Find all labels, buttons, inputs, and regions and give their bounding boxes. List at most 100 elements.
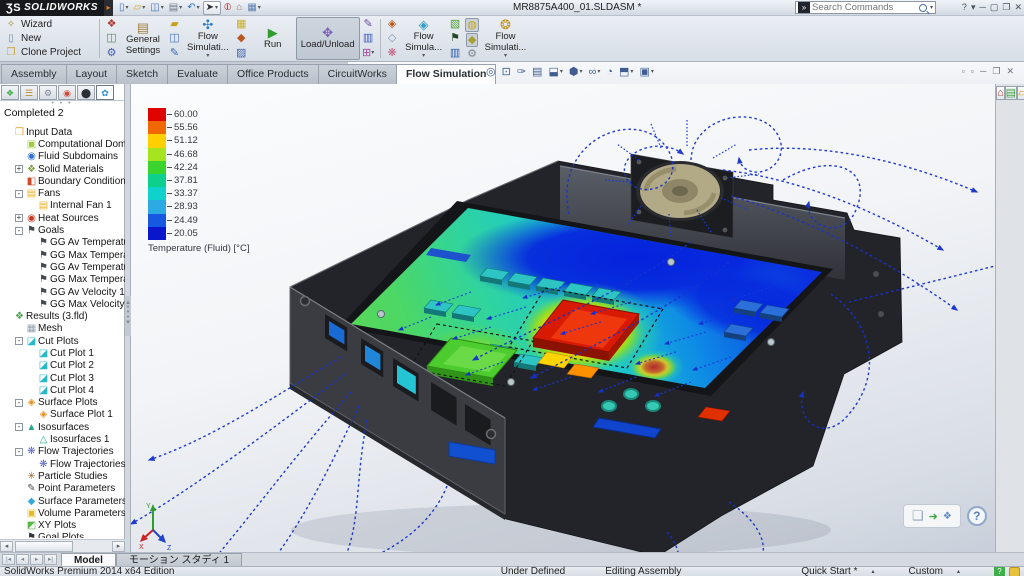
gravity-icon[interactable]: ◫ <box>169 32 179 44</box>
scrollbar-thumb[interactable] <box>15 541 73 552</box>
tab-model[interactable]: Model <box>61 553 116 566</box>
next-sheet-icon[interactable]: ▸ <box>30 554 43 565</box>
tree-item[interactable]: -◈Surface Plots <box>0 397 125 409</box>
undo-button[interactable]: ↶▾ <box>185 1 201 15</box>
load-unload-results-button[interactable]: ✥Load/Unload <box>296 17 360 60</box>
tree-item[interactable]: ✳Particle Studies <box>0 470 125 482</box>
close-button[interactable]: ✕ <box>1014 1 1022 14</box>
tree-item[interactable]: ◉Fluid Subdomains <box>0 151 125 163</box>
tree-item[interactable]: -◪Cut Plots <box>0 335 125 347</box>
open-button[interactable]: ▱▾ <box>132 1 148 15</box>
collapse-icon[interactable]: - <box>15 423 23 431</box>
tree-item[interactable]: ◆Surface Parameters <box>0 495 125 507</box>
status-toolbox-icon[interactable] <box>1009 567 1020 576</box>
search-input[interactable] <box>812 2 919 13</box>
tab-evaluate[interactable]: Evaluate <box>167 64 228 84</box>
report-icon[interactable]: ▥ <box>450 47 460 59</box>
options-button[interactable]: ▦▾ <box>245 1 262 15</box>
collapse-icon[interactable]: - <box>15 399 23 407</box>
search-caret-icon[interactable]: ▾ <box>930 4 933 11</box>
rebuild-stoplight-icon[interactable]: ⦶ <box>222 1 233 15</box>
design-library-icon[interactable]: ▤ <box>1005 86 1017 100</box>
tree-item[interactable]: ▣Volume Parameters <box>0 507 125 519</box>
menu-expand-icon[interactable]: ▸ <box>104 0 113 16</box>
tab-office-products[interactable]: Office Products <box>227 64 319 84</box>
calc-control-icon[interactable]: ✎ <box>170 47 179 59</box>
results-tool-icon-3[interactable]: ⊞▾ <box>362 47 374 59</box>
scroll-left-icon[interactable]: ◂ <box>0 541 13 552</box>
minimize-button[interactable]: ─ <box>979 1 985 14</box>
zoom-fit-icon[interactable]: ◎ <box>486 65 496 78</box>
tree-item[interactable]: -❋Flow Trajectories <box>0 446 125 458</box>
expand-icon[interactable]: + <box>15 214 23 222</box>
lightbulb-icon[interactable]: ◍ <box>465 18 479 32</box>
select-tool-button[interactable]: ➤▾ <box>203 1 221 15</box>
tree-item[interactable]: ⚑Goal Plots <box>0 532 125 538</box>
tree-item[interactable]: +◉Heat Sources <box>0 212 125 224</box>
view-orientation-icon[interactable]: ⬢▾ <box>569 65 583 78</box>
tab-sketch[interactable]: Sketch <box>116 64 168 84</box>
tree-item[interactable]: -⚑Goals <box>0 224 125 236</box>
property-manager-tab[interactable]: ☰ <box>20 85 38 100</box>
cascade-button[interactable]: ❐ <box>1002 1 1010 14</box>
search-icon[interactable] <box>919 4 927 12</box>
surface-plot-icon[interactable]: ◇ <box>388 32 396 44</box>
doc-icon-right[interactable]: ▫ <box>971 66 974 77</box>
doc-icon-left[interactable]: ▫ <box>962 66 965 77</box>
file-explorer-icon[interactable]: ▱ <box>1017 86 1024 100</box>
new-document-button[interactable]: ▯▾ <box>117 1 131 15</box>
scene-icon[interactable]: ⬒▾ <box>619 65 633 78</box>
mesh-settings-icon[interactable]: ▦ <box>236 18 246 30</box>
hide-show-items-icon[interactable]: ∞▾ <box>589 66 601 78</box>
tree-item[interactable]: ◩XY Plots <box>0 520 125 532</box>
tab-circuitworks[interactable]: CircuitWorks <box>318 64 397 84</box>
configuration-manager-tab[interactable]: ⚙ <box>39 85 57 100</box>
tree-item[interactable]: ▦Mesh <box>0 323 125 335</box>
general-settings-button[interactable]: ▤GeneralSettings <box>120 17 166 60</box>
flow-trajectories-button[interactable]: ◈FlowSimula...▾ <box>401 17 447 60</box>
collapse-icon[interactable]: - <box>15 227 23 235</box>
feature-manager-tab[interactable]: ❖ <box>1 85 19 100</box>
model-display-toggle[interactable]: ❑ ➜ ❖ <box>903 504 961 528</box>
tree-item[interactable]: ⚑GG Max Temperature ( <box>0 249 125 261</box>
tab-flow-simulation[interactable]: Flow Simulation <box>396 64 497 84</box>
isosurface-icon[interactable]: ❋ <box>388 47 397 59</box>
view-settings-icon[interactable]: ⬓▾ <box>548 65 562 78</box>
project-icon-3[interactable]: ⚙ <box>107 47 117 59</box>
tree-item[interactable]: -▲Isosurfaces <box>0 421 125 433</box>
flow-display-button[interactable]: ❂FlowSimulati...▾ <box>481 17 531 60</box>
collapse-icon[interactable]: - <box>15 337 23 345</box>
appearances-icon[interactable]: ◔ <box>606 66 613 78</box>
tree-item[interactable]: ⚑GG Av Temperature (So <box>0 261 125 273</box>
units-icon[interactable]: ▰ <box>170 18 178 30</box>
filter-icon[interactable]: ✑ <box>517 65 526 78</box>
collapse-icon[interactable]: - <box>15 448 23 456</box>
search-commands-box[interactable]: » ▾ <box>795 1 936 14</box>
graphics-viewport[interactable]: 60.0055.5651.1246.6842.2437.8133.3728.93… <box>131 84 995 552</box>
zoom-area-icon[interactable]: ⊡ <box>502 65 511 78</box>
goal-plot-icon[interactable]: ⚑ <box>450 32 460 44</box>
project-icon-1[interactable]: ❖ <box>107 18 117 30</box>
tab-layout[interactable]: Layout <box>66 64 118 84</box>
tree-item[interactable]: -▤Fans <box>0 187 125 199</box>
clone-project-button[interactable]: ❐Clone Project <box>2 46 96 59</box>
tree-item[interactable]: ▣Computational Domain <box>0 138 125 150</box>
first-sheet-icon[interactable]: |◂ <box>2 554 15 565</box>
project-icon-2[interactable]: ◫ <box>106 32 116 44</box>
quick-start-dropdown[interactable]: Quick Start *▴ <box>801 566 874 576</box>
tree-horizontal-scrollbar[interactable]: ◂ ▸ <box>0 539 125 552</box>
tree-item[interactable]: ❒Input Data <box>0 126 125 138</box>
tree-item[interactable]: ⚑GG Av Velocity 1 <box>0 286 125 298</box>
collapse-icon[interactable]: - <box>15 190 23 198</box>
results-tool-icon-1[interactable]: ✎ <box>364 18 373 30</box>
tree-item[interactable]: ◪Cut Plot 3 <box>0 372 125 384</box>
tree-item[interactable]: ⚑GG Max Velocity 1 <box>0 298 125 310</box>
new-project-button[interactable]: ▯New <box>2 32 96 45</box>
flow-simulation-button[interactable]: ✣FlowSimulati...▾ <box>183 17 233 60</box>
status-help-icon[interactable]: ? <box>994 567 1005 576</box>
doc-minimize-button[interactable]: ─ <box>980 66 986 77</box>
batch-icon[interactable]: ▨ <box>236 47 246 59</box>
tree-item[interactable]: ◪Cut Plot 4 <box>0 384 125 396</box>
cut-plot-icon[interactable]: ◈ <box>388 18 396 30</box>
tree-item[interactable]: ⚑GG Max Temperature ( <box>0 274 125 286</box>
